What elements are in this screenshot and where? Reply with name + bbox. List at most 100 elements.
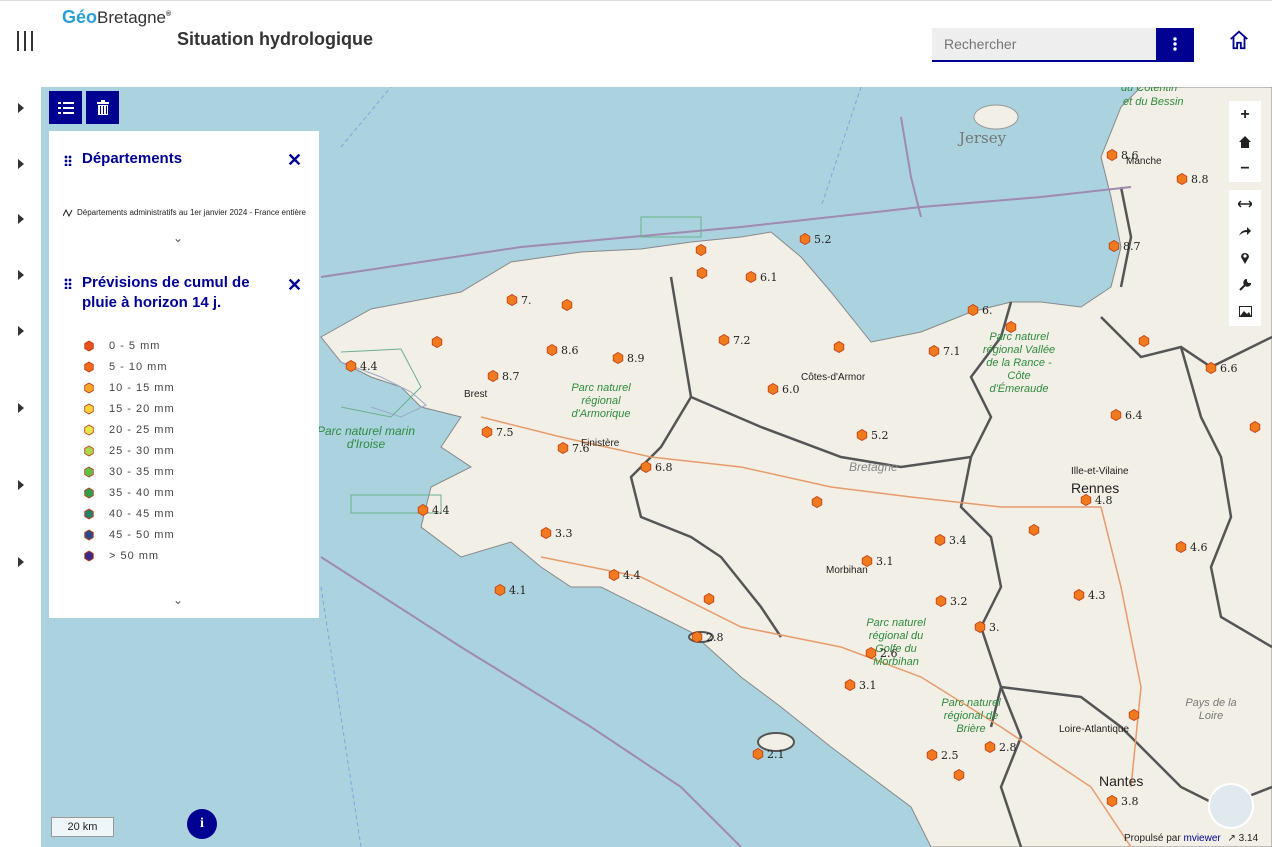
layer-title-rain-forecast: Prévisions de cumul de pluie à horizon 1… — [82, 274, 250, 311]
rain-station-marker[interactable] — [856, 429, 868, 441]
external-link-icon: ↗ — [1227, 833, 1236, 844]
zoom-out-icon[interactable]: − — [1229, 155, 1261, 182]
rain-station-marker[interactable] — [1108, 240, 1120, 252]
station-value-label: 8.7 — [502, 370, 520, 383]
hexagon-symbol-icon — [84, 445, 94, 456]
rain-station-marker[interactable] — [1080, 494, 1092, 506]
info-button[interactable]: i — [187, 809, 217, 839]
rain-station-marker[interactable] — [1110, 409, 1122, 421]
station-value-label: 4.8 — [1095, 494, 1113, 507]
rain-station-marker[interactable] — [695, 244, 707, 256]
expand-arrow-icon[interactable] — [18, 270, 24, 280]
rain-station-marker[interactable] — [546, 344, 558, 356]
rain-station-marker[interactable] — [935, 595, 947, 607]
rain-station-marker[interactable] — [1205, 362, 1217, 374]
rain-station-marker[interactable] — [967, 304, 979, 316]
search-bar — [932, 28, 1194, 62]
rain-station-marker[interactable] — [561, 299, 573, 311]
rain-station-marker[interactable] — [691, 631, 703, 643]
zoom-in-icon[interactable]: + — [1229, 101, 1261, 128]
rain-station-marker[interactable] — [861, 555, 873, 567]
legend-item: 0 - 5 mm — [83, 335, 175, 356]
rain-station-marker[interactable] — [953, 769, 965, 781]
map-tools — [1229, 190, 1261, 326]
legend-item: > 50 mm — [83, 545, 175, 566]
expand-arrow-icon[interactable] — [18, 326, 24, 336]
expand-arrow-icon[interactable] — [18, 159, 24, 169]
drag-handle-icon[interactable] — [64, 278, 72, 289]
rain-station-marker[interactable] — [1249, 421, 1261, 433]
expand-arrow-icon[interactable] — [18, 557, 24, 567]
home-view-icon[interactable] — [1229, 128, 1261, 155]
rain-station-marker[interactable] — [928, 345, 940, 357]
rain-station-marker[interactable] — [844, 679, 856, 691]
mviewer-link[interactable]: mviewer — [1183, 833, 1220, 844]
rain-station-marker[interactable] — [1106, 795, 1118, 807]
layers-list-button[interactable] — [49, 91, 82, 124]
station-value-label: 7.2 — [733, 334, 751, 347]
rain-station-marker[interactable] — [1028, 524, 1040, 536]
expand-arrow-icon[interactable] — [18, 103, 24, 113]
rain-station-marker[interactable] — [1128, 709, 1140, 721]
rain-station-marker[interactable] — [481, 426, 493, 438]
expand-arrow-icon[interactable] — [18, 403, 24, 413]
station-value-label: 5.2 — [814, 233, 832, 246]
rain-station-marker[interactable] — [494, 584, 506, 596]
rain-station-marker[interactable] — [767, 383, 779, 395]
delete-layers-button[interactable] — [86, 91, 119, 124]
rain-station-marker[interactable] — [1106, 149, 1118, 161]
wrench-icon[interactable] — [1229, 271, 1261, 298]
rain-station-marker[interactable] — [487, 370, 499, 382]
rain-station-marker[interactable] — [1073, 589, 1085, 601]
rain-station-marker[interactable] — [608, 569, 620, 581]
rain-station-marker[interactable] — [1005, 321, 1017, 333]
expand-arrow-icon[interactable] — [18, 480, 24, 490]
measure-distance-icon[interactable] — [1229, 190, 1261, 217]
rain-station-marker[interactable] — [703, 593, 715, 605]
chevron-down-icon[interactable]: ⌄ — [173, 593, 183, 607]
rain-station-marker[interactable] — [811, 496, 823, 508]
rain-station-marker[interactable] — [540, 527, 552, 539]
rain-station-marker[interactable] — [865, 647, 877, 659]
location-pin-icon[interactable] — [1229, 244, 1261, 271]
station-value-label: 7.5 — [496, 426, 514, 439]
rain-station-marker[interactable] — [718, 334, 730, 346]
search-input[interactable] — [932, 28, 1156, 60]
drag-handle-icon[interactable] — [64, 155, 72, 166]
close-layer-departements[interactable]: ✕ — [287, 150, 302, 171]
rain-station-marker[interactable] — [974, 621, 986, 633]
rain-station-marker[interactable] — [926, 749, 938, 761]
rain-station-marker[interactable] — [345, 360, 357, 372]
rain-station-marker[interactable] — [745, 271, 757, 283]
overview-map-button[interactable] — [1208, 783, 1254, 829]
rain-station-marker[interactable] — [833, 341, 845, 353]
rain-station-marker[interactable] — [799, 233, 811, 245]
rain-station-marker[interactable] — [696, 267, 708, 279]
rain-station-marker[interactable] — [984, 741, 996, 753]
rain-station-marker[interactable] — [417, 504, 429, 516]
station-value-label: 2.1 — [767, 748, 785, 761]
rain-station-marker[interactable] — [1138, 335, 1150, 347]
search-options-button[interactable] — [1156, 28, 1194, 60]
georbretagne-logo[interactable]: GéoBretagne® — [62, 7, 171, 28]
hexagon-symbol-icon — [84, 340, 94, 351]
home-button[interactable] — [1228, 29, 1252, 53]
rain-station-marker[interactable] — [640, 461, 652, 473]
rain-station-marker[interactable] — [934, 534, 946, 546]
share-icon[interactable] — [1229, 217, 1261, 244]
rain-station-marker[interactable] — [557, 442, 569, 454]
chevron-down-icon[interactable]: ⌄ — [173, 231, 183, 245]
image-icon[interactable] — [1229, 298, 1261, 325]
expand-arrow-icon[interactable] — [18, 214, 24, 224]
hamburger-menu-icon[interactable] — [14, 31, 36, 53]
station-value-label: 3.8 — [1121, 795, 1139, 808]
station-value-label: 3.2 — [950, 595, 968, 608]
rain-station-marker[interactable] — [506, 294, 518, 306]
station-value-label: 3.1 — [876, 555, 894, 568]
close-layer-rain-forecast[interactable]: ✕ — [287, 275, 302, 296]
rain-station-marker[interactable] — [431, 336, 443, 348]
rain-station-marker[interactable] — [1175, 541, 1187, 553]
rain-station-marker[interactable] — [752, 748, 764, 760]
rain-station-marker[interactable] — [1176, 173, 1188, 185]
rain-station-marker[interactable] — [612, 352, 624, 364]
